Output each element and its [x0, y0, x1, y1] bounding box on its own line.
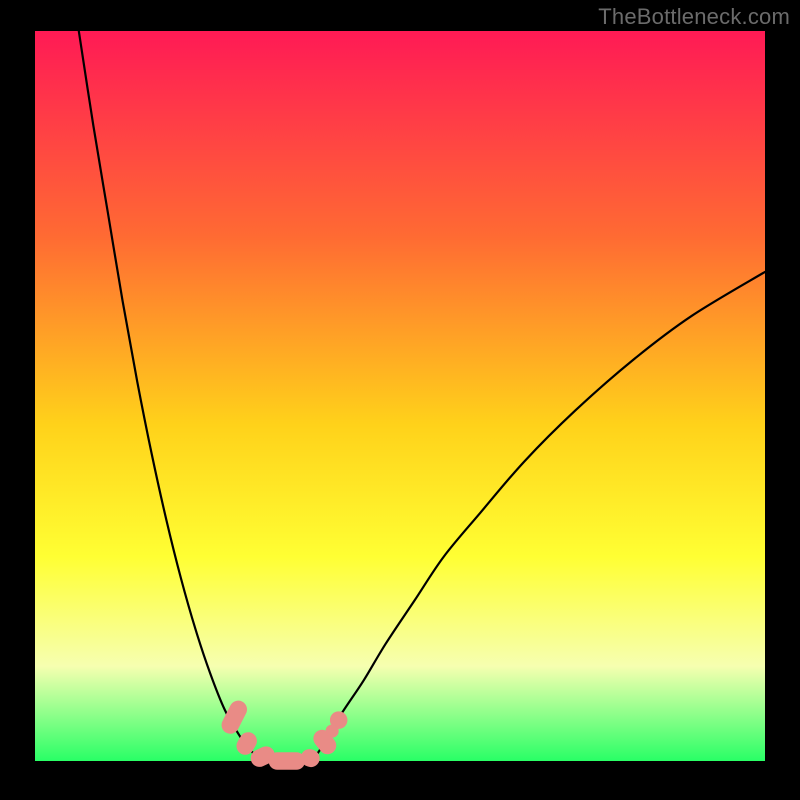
watermark-text: TheBottleneck.com	[598, 4, 790, 30]
marker-capsule	[269, 752, 306, 770]
chart-frame: { "watermark": "TheBottleneck.com", "col…	[0, 0, 800, 800]
plot-background	[35, 31, 765, 761]
bottleneck-chart	[0, 0, 800, 800]
marker-dot	[326, 725, 339, 738]
